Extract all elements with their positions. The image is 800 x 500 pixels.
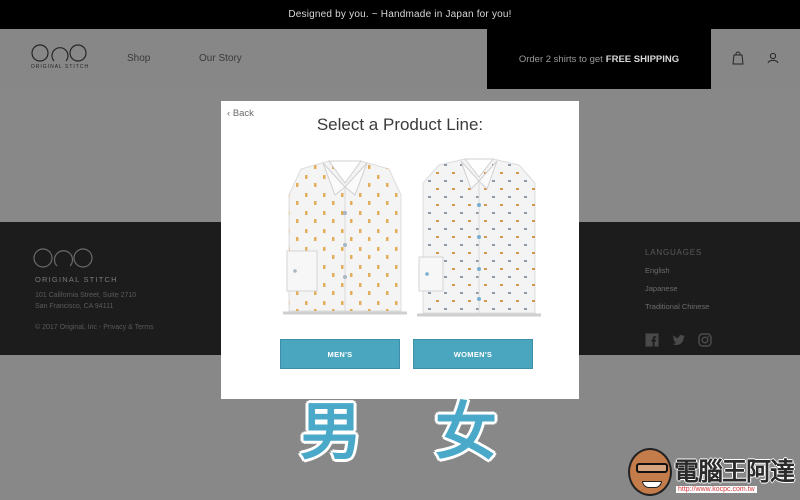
footer-logo-icon bbox=[33, 248, 93, 268]
logo-text: ORIGINAL STITCH bbox=[30, 64, 90, 70]
user-icon[interactable] bbox=[766, 51, 780, 65]
logo-mark-icon bbox=[31, 44, 87, 62]
brand-logo[interactable]: ORIGINAL STITCH bbox=[30, 44, 90, 76]
footer-copyright[interactable]: © 2017 Original, Inc - Privacy & Terms bbox=[35, 324, 154, 331]
facebook-icon[interactable] bbox=[645, 333, 659, 347]
watermark: 電腦王阿達 http://www.kocpc.com.tw bbox=[628, 448, 796, 498]
language-english[interactable]: English bbox=[645, 266, 670, 275]
mens-button[interactable]: MEN'S bbox=[280, 339, 400, 369]
footer-brand: ORIGINAL STITCH bbox=[35, 275, 118, 284]
women-annotation: 女 bbox=[435, 395, 498, 468]
mens-shirt-image[interactable] bbox=[283, 153, 407, 318]
glasses-shape bbox=[636, 463, 668, 473]
mascot-icon bbox=[628, 448, 672, 496]
watermark-text: 電腦王阿達 bbox=[674, 457, 795, 486]
womens-button[interactable]: WOMEN'S bbox=[413, 339, 533, 369]
announcement-bar: Designed by you. ~ Handmade in Japan for… bbox=[0, 0, 800, 29]
instagram-icon[interactable] bbox=[698, 333, 712, 347]
shipping-emphasis: FREE SHIPPING bbox=[605, 53, 680, 65]
language-traditional-chinese[interactable]: Traditional Chinese bbox=[645, 302, 709, 311]
watermark-url: http://www.kocpc.com.tw bbox=[676, 486, 757, 493]
footer-address: 101 California Street, Suite 2710 San Fr… bbox=[35, 290, 136, 312]
languages-heading: LANGUAGES bbox=[645, 248, 702, 257]
address-line-1: 101 California Street, Suite 2710 bbox=[35, 292, 137, 299]
address-line-2: San Francisco, CA 94111 bbox=[35, 303, 114, 310]
men-annotation: 男 bbox=[300, 395, 363, 468]
modal-title: Select a Product Line: bbox=[316, 115, 484, 134]
twitter-icon[interactable] bbox=[672, 333, 686, 347]
mouth-shape bbox=[642, 481, 662, 488]
nav-our-story[interactable]: Our Story bbox=[199, 53, 242, 64]
announcement-text: Designed by you. ~ Handmade in Japan for… bbox=[288, 9, 512, 20]
site-header: ORIGINAL STITCH Shop Our Story Order 2 s… bbox=[0, 29, 800, 89]
language-japanese[interactable]: Japanese bbox=[645, 284, 678, 293]
bag-icon[interactable] bbox=[731, 51, 745, 65]
womens-shirt-image[interactable] bbox=[417, 153, 541, 318]
free-shipping-banner: Order 2 shirts to get FREE SHIPPING bbox=[487, 29, 711, 89]
product-line-modal: ‹ Back Select a Product Line: MEN'S WOME… bbox=[221, 101, 579, 399]
shipping-prefix: Order 2 shirts to get bbox=[518, 53, 603, 65]
nav-shop[interactable]: Shop bbox=[127, 53, 150, 64]
